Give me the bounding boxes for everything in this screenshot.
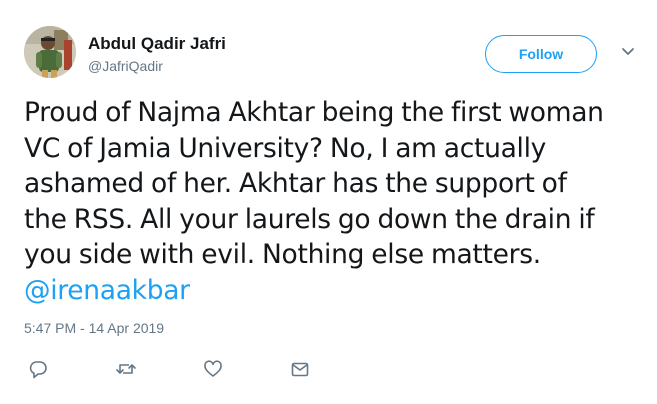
tweet-text-line: you side with evil. Nothing else matters… <box>24 239 541 270</box>
follow-button[interactable]: Follow <box>485 35 597 73</box>
mention-link[interactable]: @irenaakbar <box>24 275 190 306</box>
chevron-down-icon[interactable] <box>619 42 637 60</box>
tweet-actions <box>0 356 657 382</box>
tweet-card: Abdul Qadir Jafri @JafriQadir Follow Pro… <box>0 0 657 404</box>
tweet-text-line: the RSS. All your laurels go down the dr… <box>24 203 595 235</box>
tweet-text-line: VC of Jamia University? No, I am actuall… <box>24 132 547 164</box>
tweet-text-line: Proud of Najma Akhtar being the first wo… <box>24 97 604 128</box>
author-display-name[interactable]: Abdul Qadir Jafri <box>88 34 226 54</box>
author-handle[interactable]: @JafriQadir <box>88 58 163 74</box>
reply-icon[interactable] <box>27 358 49 380</box>
tweet-timestamp[interactable]: 5:47 PM - 14 Apr 2019 <box>24 320 164 336</box>
like-icon[interactable] <box>202 358 224 380</box>
tweet-text: Proud of Najma Akhtar being the first wo… <box>24 95 644 308</box>
tweet-text-line: ashamed of her. Akhtar has the support o… <box>24 168 567 199</box>
retweet-icon[interactable] <box>115 358 137 380</box>
avatar[interactable] <box>24 26 76 78</box>
direct-message-icon[interactable] <box>289 358 311 380</box>
